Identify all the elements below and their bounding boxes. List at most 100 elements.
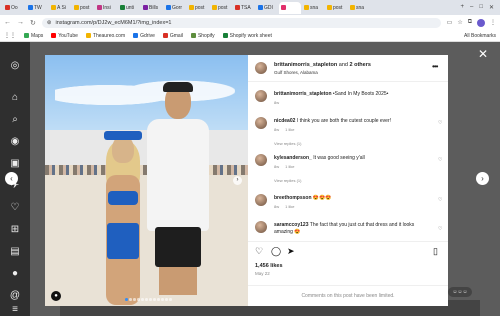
site-info-icon[interactable]: ⊚ (47, 20, 52, 26)
bookmark-item[interactable]: Shopify (190, 33, 215, 39)
save-bookmark-icon[interactable]: ▯ (433, 247, 438, 256)
browser-tab[interactable]: Gorr (164, 2, 186, 14)
notifications-heart-icon[interactable]: ♡ (9, 202, 21, 214)
bookmark-favicon-icon (51, 33, 57, 38)
threads-icon[interactable]: @ (9, 290, 21, 302)
browser-tab[interactable]: post (325, 2, 347, 14)
collaborators-link[interactable]: 2 others (350, 62, 371, 68)
back-icon[interactable]: ← (4, 19, 11, 26)
reload-icon[interactable]: ↻ (30, 19, 36, 27)
comment-text: It was good seeing y'all (313, 155, 365, 161)
comments-limited-notice: Comments on this post have been limited. (248, 285, 448, 306)
menu-icon[interactable]: ⋮ (490, 19, 496, 26)
commenter-avatar[interactable] (255, 154, 267, 166)
view-replies-link[interactable]: View replies (1) (274, 178, 302, 183)
bookmark-item[interactable]: YouTube (51, 33, 78, 39)
comment-icon[interactable]: ◯ (271, 247, 281, 256)
reels-icon[interactable]: ▣ (9, 158, 21, 170)
browser-tab[interactable]: TSA (233, 2, 255, 14)
floating-widget[interactable]: ☺☺☺ (448, 287, 472, 297)
comment-likes[interactable]: 1 like (285, 164, 294, 169)
dashboard-icon[interactable]: ▤ (9, 246, 21, 258)
tagged-people-icon[interactable]: ● (51, 291, 61, 301)
comment-like-heart-icon[interactable]: ♡ (438, 120, 442, 126)
browser-tab[interactable]: Oo (3, 2, 25, 14)
minimize-icon[interactable]: – (470, 4, 473, 11)
like-heart-icon[interactable]: ♡ (255, 247, 263, 256)
post-date: May 22 (255, 271, 270, 276)
author-avatar[interactable] (255, 62, 267, 74)
profile-avatar-icon[interactable]: ● (9, 268, 21, 280)
bookmark-item[interactable]: Shopify work sheet (222, 33, 272, 39)
tab-favicon-icon (74, 5, 79, 10)
close-icon[interactable]: ✕ (478, 48, 488, 60)
browser-tab[interactable]: post (210, 2, 232, 14)
comment-likes[interactable]: 1 like (285, 204, 294, 209)
commenter-avatar[interactable] (255, 90, 267, 102)
comment-time: 8w (274, 127, 280, 132)
browser-tab[interactable]: post (187, 2, 209, 14)
browser-tab[interactable]: TW (26, 2, 48, 14)
more-horizontal-icon[interactable]: ••• (432, 62, 438, 71)
extensions-icon[interactable]: ⧉ (468, 19, 472, 26)
bookmark-star-icon[interactable]: ☆ (457, 19, 462, 26)
comment-like-heart-icon[interactable]: ♡ (438, 157, 442, 163)
explore-icon[interactable]: ◉ (9, 136, 21, 148)
profile-avatar[interactable] (477, 18, 485, 27)
browser-tab[interactable]: A Si (49, 2, 71, 14)
browser-tab[interactable]: post (72, 2, 94, 14)
previous-post-icon[interactable]: ‹ (5, 172, 18, 185)
maximize-icon[interactable]: □ (479, 4, 483, 11)
url-input[interactable]: ⊚ instagram.com/p/DJ2w_ecM6M1/?img_index… (41, 17, 441, 28)
bookmark-item[interactable]: Theaureo.com (85, 33, 125, 39)
author-username[interactable]: brittanimorris_stapleton (274, 62, 337, 68)
likes-count[interactable]: 1,456 likes (255, 263, 283, 269)
next-post-icon[interactable]: › (476, 172, 489, 185)
commenter-username[interactable]: saramccoy123 (274, 222, 308, 228)
instagram-logo-icon[interactable]: ◎ (9, 60, 21, 72)
tab-favicon-icon (189, 5, 194, 10)
browser-tab[interactable]: Insi (95, 2, 117, 14)
window-close-icon[interactable]: ✕ (489, 4, 494, 11)
search-icon[interactable]: ⌕ (9, 114, 21, 126)
commenter-username[interactable]: nicdea02 (274, 118, 295, 124)
cast-icon[interactable]: ▭ (447, 19, 453, 26)
browser-tab[interactable]: unti (118, 2, 140, 14)
tab-label: TW (34, 4, 42, 11)
more-menu-icon[interactable]: ≡ (9, 304, 21, 316)
apps-grid-icon[interactable]: ⋮⋮ (4, 32, 16, 39)
next-image-icon[interactable]: › (233, 176, 242, 185)
browser-tab[interactable]: sna (302, 2, 324, 14)
commenter-avatar[interactable] (255, 194, 267, 206)
commenter-avatar[interactable] (255, 117, 267, 129)
commenter-username[interactable]: breethompsson (274, 195, 312, 201)
comment-like-heart-icon[interactable]: ♡ (438, 197, 442, 203)
commenter-username[interactable]: brittanimorris_stapleton (274, 91, 332, 97)
browser-tab[interactable] (279, 1, 301, 14)
bookmark-label: Gmail (169, 32, 183, 39)
bookmark-item[interactable]: Maps (24, 33, 43, 39)
browser-tab[interactable]: Bills (141, 2, 163, 14)
view-replies-link[interactable]: View replies (1) (274, 141, 302, 146)
post-location[interactable]: Gulf Shores, Alabama (274, 70, 318, 75)
tab-label: sna (310, 4, 319, 11)
home-icon[interactable]: ⌂ (9, 92, 21, 104)
tab-favicon-icon (327, 5, 332, 10)
new-tab-icon[interactable]: + (460, 4, 464, 11)
tab-label: TSA (241, 4, 251, 11)
tab-label: post (80, 4, 90, 11)
browser-tab[interactable]: sna (348, 2, 370, 14)
bookmark-favicon-icon (133, 33, 139, 38)
share-icon[interactable]: ➤ (287, 247, 295, 256)
all-bookmarks-button[interactable]: All Bookmarks (464, 33, 496, 39)
create-icon[interactable]: ⊞ (9, 224, 21, 236)
commenter-avatar[interactable] (255, 221, 267, 233)
browser-tab[interactable]: GDI (256, 2, 278, 14)
comment-likes[interactable]: 1 like (285, 127, 294, 132)
bookmark-item[interactable]: Gmail (162, 32, 183, 39)
forward-icon[interactable]: → (17, 19, 24, 26)
comment-like-heart-icon[interactable]: ♡ (438, 226, 442, 232)
commenter-username[interactable]: kylesanderson_ (274, 155, 312, 161)
comment-time: 8w (274, 100, 280, 105)
bookmark-item[interactable]: Gdrive (133, 33, 155, 39)
